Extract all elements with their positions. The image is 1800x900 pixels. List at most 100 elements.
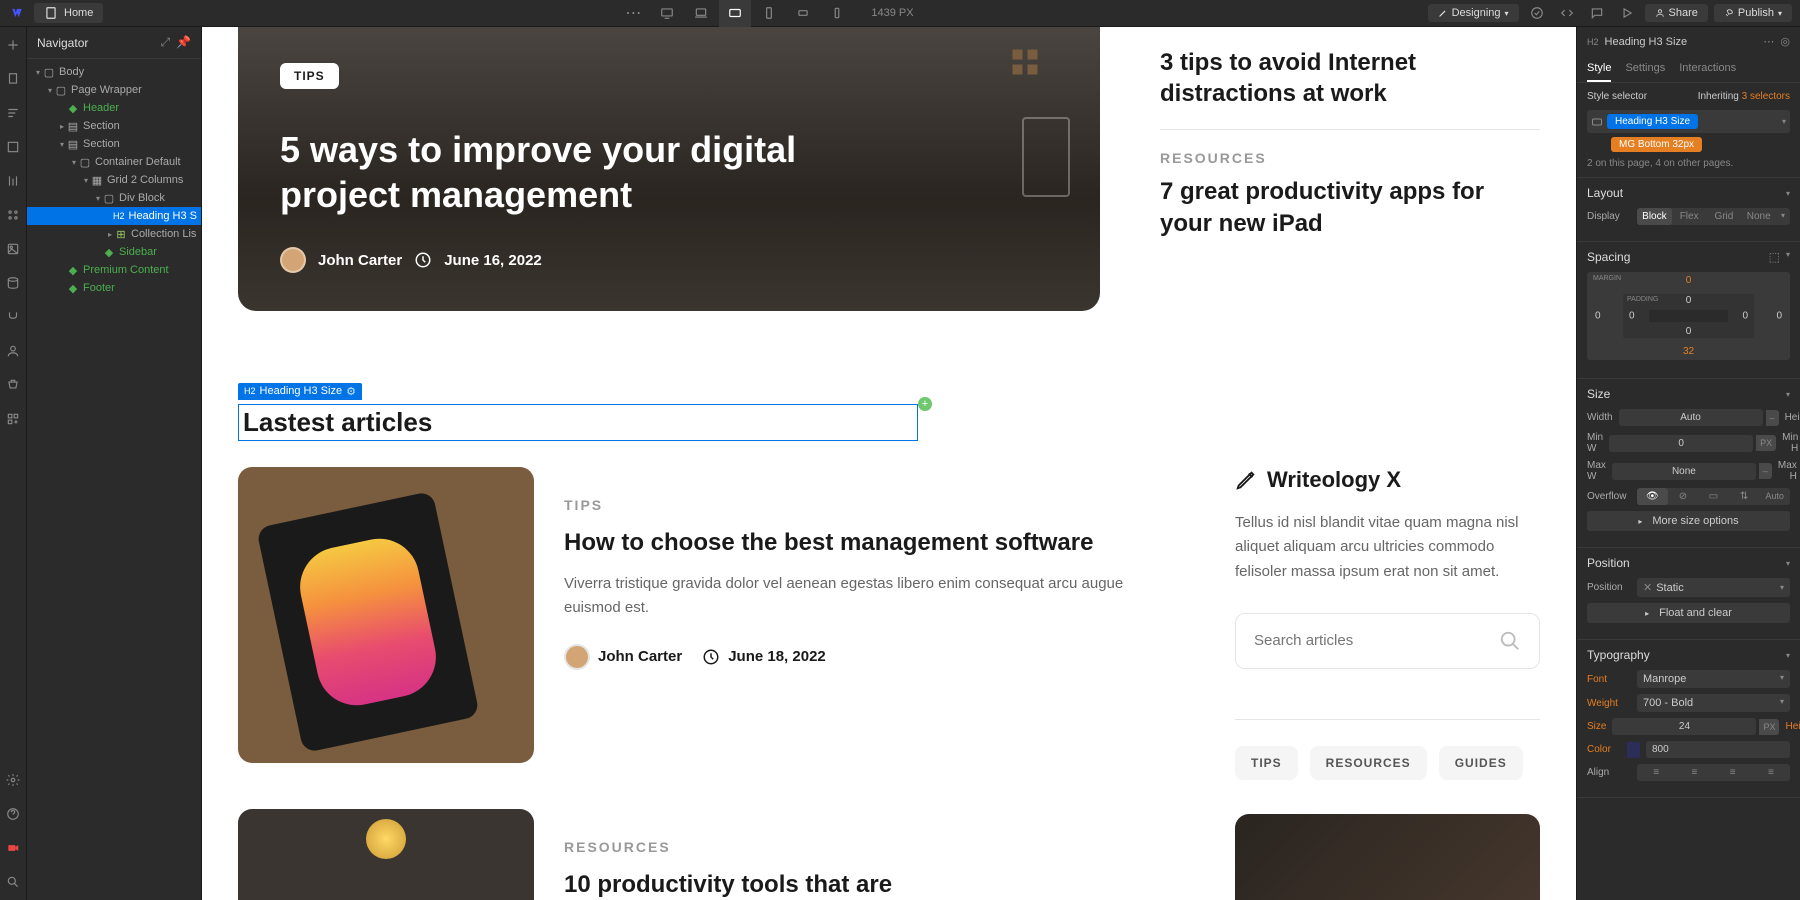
variables-icon[interactable] (5, 173, 21, 189)
breakpoint-mobile-landscape-icon[interactable] (787, 0, 819, 27)
webflow-logo-icon[interactable] (8, 4, 26, 22)
tree-footer[interactable]: ◆Footer (27, 279, 201, 297)
spacing-section-title[interactable]: Spacing (1587, 250, 1630, 264)
components-icon[interactable] (5, 139, 21, 155)
search-box[interactable] (1235, 613, 1540, 669)
tab-style[interactable]: Style (1587, 56, 1611, 82)
tree-premium[interactable]: ◆Premium Content (27, 261, 201, 279)
position-select[interactable]: ✕ Static ▾ (1637, 578, 1790, 597)
tree-grid[interactable]: ▾▦Grid 2 Columns (27, 171, 201, 189)
code-icon[interactable] (1555, 1, 1579, 25)
padding-right[interactable]: 0 (1742, 311, 1748, 322)
padding-bottom[interactable]: 0 (1686, 326, 1692, 337)
comment-icon[interactable] (1585, 1, 1609, 25)
align-left-icon[interactable]: ≡ (1637, 764, 1675, 781)
tree-header[interactable]: ◆Header (27, 99, 201, 117)
align-right-icon[interactable]: ≡ (1714, 764, 1752, 781)
more-icon[interactable]: ⋯ (617, 0, 649, 27)
cms-icon[interactable] (5, 275, 21, 291)
designing-button[interactable]: Designing ▾ (1428, 4, 1519, 22)
tree-container[interactable]: ▾▢Container Default (27, 153, 201, 171)
search-input[interactable] (1254, 632, 1499, 649)
settings-icon[interactable] (5, 772, 21, 788)
weight-select[interactable]: 700 - Bold▾ (1637, 694, 1790, 712)
padding-top[interactable]: 0 (1686, 295, 1692, 306)
tab-settings[interactable]: Settings (1625, 56, 1665, 82)
font-size-input[interactable] (1612, 718, 1756, 735)
class-selector[interactable]: Heading H3 Size ▾ (1587, 110, 1790, 133)
overflow-hidden-icon[interactable]: ⊘ (1668, 488, 1699, 505)
class-chip-secondary[interactable]: MG Bottom 32px (1611, 137, 1702, 152)
tree-body[interactable]: ▾▢Body (27, 63, 201, 81)
side-item[interactable]: RESOURCES 7 great productivity apps for … (1160, 130, 1540, 258)
float-clear-toggle[interactable]: Float and clear (1659, 607, 1732, 619)
tree-section-2[interactable]: ▾▤Section (27, 135, 201, 153)
collapse-icon[interactable]: ⤢ (160, 35, 170, 50)
preview-icon[interactable] (1615, 1, 1639, 25)
layout-section-title[interactable]: Layout (1587, 186, 1623, 200)
pin-icon[interactable]: 📌 (176, 35, 191, 50)
breakpoint-tablet-icon[interactable] (753, 0, 785, 27)
width-input[interactable] (1619, 409, 1763, 426)
side-item[interactable]: 3 tips to avoid Internet distractions at… (1160, 27, 1540, 130)
video-icon[interactable] (5, 840, 21, 856)
spacing-mode-icon[interactable]: ⬚ (1769, 250, 1780, 264)
publish-button[interactable]: Publish ▾ (1714, 4, 1792, 22)
gear-icon[interactable]: ⚙ (346, 385, 356, 398)
tag-guides[interactable]: GUIDES (1439, 746, 1523, 780)
margin-right[interactable]: 0 (1776, 311, 1782, 322)
focus-icon[interactable]: ◎ (1780, 35, 1790, 48)
home-button[interactable]: Home (34, 3, 103, 23)
tree-page-wrapper[interactable]: ▾▢Page Wrapper (27, 81, 201, 99)
margin-left[interactable]: 0 (1595, 311, 1601, 322)
search-icon[interactable] (1499, 630, 1521, 652)
more-icon[interactable]: ⋯ (1763, 35, 1774, 48)
breakpoint-tablet-landscape-icon[interactable] (719, 0, 751, 27)
article-card[interactable]: TIPS How to choose the best management s… (238, 467, 1175, 763)
add-element-dot[interactable]: + (918, 397, 932, 411)
class-chip-primary[interactable]: Heading H3 Size (1607, 114, 1698, 129)
spacing-editor[interactable]: MARGIN 0 0 0 32 PADDING 0 0 0 0 (1587, 272, 1790, 360)
overflow-scroll-icon[interactable]: ▭ (1698, 488, 1729, 505)
tree-sidebar[interactable]: ◆Sidebar (27, 243, 201, 261)
align-segmented[interactable]: ≡ ≡ ≡ ≡ (1637, 764, 1790, 781)
minw-input[interactable] (1609, 435, 1753, 452)
tree-section-1[interactable]: ▸▤Section (27, 117, 201, 135)
add-element-icon[interactable] (5, 37, 21, 53)
help-icon[interactable] (5, 806, 21, 822)
latest-articles-heading[interactable]: Lastest articles (238, 404, 918, 441)
selection-badge[interactable]: H2 Heading H3 Size ⚙ (238, 383, 362, 400)
article-card[interactable]: RESOURCES 10 productivity tools that are (238, 809, 1175, 900)
design-canvas[interactable]: TIPS 5 ways to improve your digital proj… (202, 27, 1576, 900)
tag-tips[interactable]: TIPS (1235, 746, 1298, 780)
assets-icon[interactable] (5, 241, 21, 257)
breakpoint-laptop-icon[interactable] (685, 0, 717, 27)
search-icon[interactable] (5, 874, 21, 890)
tree-collection[interactable]: ▸⊞Collection Lis (27, 225, 201, 243)
pages-icon[interactable] (5, 71, 21, 87)
tree-heading-selected[interactable]: H2Heading H3 S (27, 207, 201, 225)
overflow-visible-icon[interactable]: 👁 (1637, 488, 1668, 505)
padding-left[interactable]: 0 (1629, 311, 1635, 322)
share-button[interactable]: Share (1645, 4, 1708, 22)
size-section-title[interactable]: Size (1587, 387, 1610, 401)
breakpoint-desktop-icon[interactable] (651, 0, 683, 27)
maxw-input[interactable] (1612, 463, 1756, 480)
ecommerce-icon[interactable] (5, 377, 21, 393)
margin-bottom[interactable]: 32 (1683, 346, 1694, 357)
breakpoint-mobile-icon[interactable] (821, 0, 853, 27)
display-segmented[interactable]: Block Flex Grid None ▾ (1637, 208, 1790, 225)
logic-icon[interactable] (5, 309, 21, 325)
font-select[interactable]: Manrope▾ (1637, 670, 1790, 688)
overflow-auto-icon[interactable]: ⇅ (1729, 488, 1760, 505)
margin-top[interactable]: 0 (1686, 275, 1692, 286)
inherit-count[interactable]: 3 selectors (1742, 91, 1790, 102)
position-section-title[interactable]: Position (1587, 556, 1630, 570)
typography-section-title[interactable]: Typography (1587, 648, 1650, 662)
align-center-icon[interactable]: ≡ (1675, 764, 1713, 781)
tab-interactions[interactable]: Interactions (1679, 56, 1736, 82)
style-manager-icon[interactable] (5, 207, 21, 223)
chevron-down-icon[interactable]: ▾ (1782, 117, 1786, 126)
hero-card[interactable]: TIPS 5 ways to improve your digital proj… (238, 27, 1100, 311)
users-icon[interactable] (5, 343, 21, 359)
